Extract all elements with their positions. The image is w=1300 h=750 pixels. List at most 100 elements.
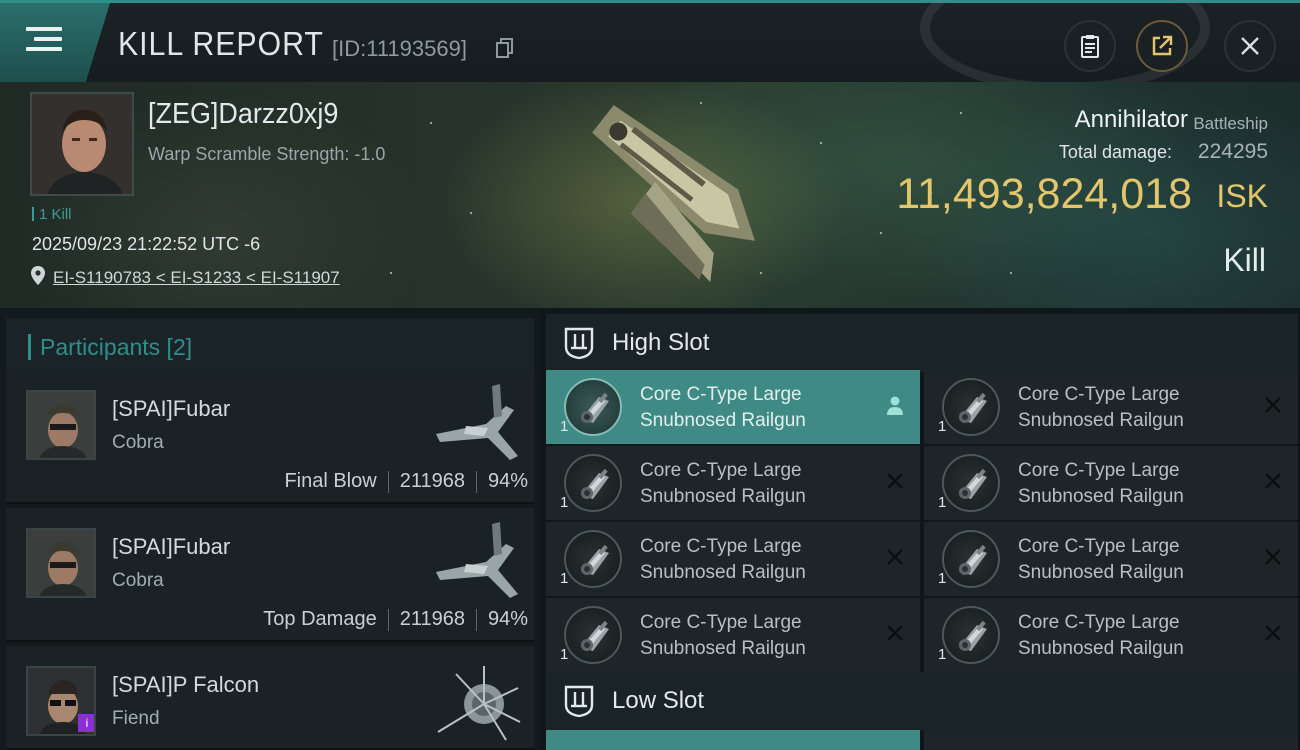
module-name-line2: Snubnosed Railgun [1018, 562, 1184, 583]
module-name-line2: Snubnosed Railgun [1018, 638, 1184, 659]
module-quantity: 1 [560, 570, 569, 587]
railgun-module-icon [959, 620, 987, 651]
kill-datetime: 2025/09/23 21:22:52 UTC -6 [32, 234, 261, 254]
module-name-line2: Snubnosed Railgun [1018, 486, 1184, 507]
high-slot-module[interactable]: 1 Core C-Type Large Snubnosed Railgun [924, 370, 1298, 444]
victim-ship-name: Annihilator [1074, 106, 1188, 133]
module-icon-frame [564, 454, 622, 512]
participants-header: Participants [2] [6, 318, 534, 374]
module-icon-frame [564, 530, 622, 588]
participant-row[interactable]: [SPAI]Fubar Cobra Top Damage 211968 94% [6, 508, 534, 642]
participant-name[interactable]: [SPAI]Fubar [112, 534, 230, 560]
high-slot-module[interactable]: 1 Core C-Type Large Snubnosed Railgun [924, 522, 1298, 596]
location-pin-icon [31, 266, 45, 285]
victim-name[interactable]: [ZEG]Darzz0xj9 [148, 98, 338, 131]
high-slot-module[interactable]: 1 Core C-Type Large Snubnosed Railgun [924, 446, 1298, 520]
high-slot-header: High Slot [546, 314, 1298, 372]
module-name-line2: Snubnosed Railgun [640, 638, 806, 659]
victim-portrait[interactable] [30, 92, 134, 196]
participant-stats: Top Damage 211968 94% [263, 608, 528, 631]
module-name-line2: Snubnosed Railgun [640, 410, 806, 431]
info-badge[interactable]: i [78, 714, 94, 732]
close-icon [1241, 37, 1259, 55]
participant-name[interactable]: [SPAI]Fubar [112, 396, 230, 422]
high-slot-module[interactable]: 1 Core C-Type Large Snubnosed Railgun [546, 446, 920, 520]
participant-ship-image [436, 522, 518, 598]
total-damage-label: Total damage: [1058, 142, 1172, 162]
isk-value: 11,493,824,018 [896, 170, 1192, 218]
destroyed-icon [887, 473, 903, 489]
participant-percent: 94% [487, 470, 528, 492]
module-quantity: 1 [560, 646, 569, 663]
participant-row[interactable]: i [SPAI]P Falcon Fiend [6, 646, 534, 750]
module-name-line2: Snubnosed Railgun [640, 562, 806, 583]
participant-damage: 211968 [399, 470, 465, 492]
kill-result: Kill [1223, 242, 1266, 278]
clipboard-icon [1081, 35, 1099, 58]
close-button[interactable] [1224, 20, 1276, 72]
destroyed-icon [1265, 625, 1281, 641]
destroyed-icon [1265, 397, 1281, 413]
participant-row[interactable]: [SPAI]Fubar Cobra Final Blow 211968 94% [6, 370, 534, 504]
module-name-line1: Core C-Type Large [1018, 460, 1180, 481]
participant-role: Final Blow [284, 470, 377, 492]
participant-portrait[interactable] [26, 528, 96, 598]
module-name-line1: Core C-Type Large [1018, 612, 1180, 633]
module-quantity: 1 [938, 418, 947, 435]
railgun-module-icon [959, 468, 987, 499]
participant-ship-image [436, 384, 518, 460]
module-icon-frame [564, 606, 622, 664]
victim-ship-image[interactable] [530, 82, 790, 308]
destroyed-icon [1265, 473, 1281, 489]
participants-title: Participants [2] [40, 334, 193, 360]
participant-portrait[interactable]: i [26, 666, 96, 736]
participant-ship: Cobra [112, 570, 164, 591]
clipboard-button[interactable] [1064, 20, 1116, 72]
report-id: [ID:11193569] [332, 36, 467, 61]
top-bar: KILL REPORT [ID:11193569] [0, 0, 1300, 93]
high-slot-module[interactable]: 1 Core C-Type Large Snubnosed Railgun [546, 522, 920, 596]
location-link[interactable]: EI-S1190783 < EI-S1233 < EI-S11907 [53, 268, 340, 288]
menu-tab[interactable] [0, 3, 110, 82]
module-name-line1: Core C-Type Large [1018, 384, 1180, 405]
kill-count-tag: 1 Kill [32, 206, 72, 223]
participant-stats: Final Blow 211968 94% [284, 470, 528, 493]
railgun-module-icon [581, 620, 609, 651]
low-slot-module-preview[interactable] [546, 730, 920, 750]
high-slot-module[interactable]: 1 Core C-Type Large Snubnosed Railgun [924, 598, 1298, 672]
participant-name[interactable]: [SPAI]P Falcon [112, 672, 259, 698]
participant-ship-image [437, 666, 521, 741]
module-quantity: 1 [938, 494, 947, 511]
high-slot-module[interactable]: 1 Core C-Type Large Snubnosed Railgun [546, 370, 920, 444]
module-name-line1: Core C-Type Large [640, 536, 802, 557]
destroyed-icon [887, 625, 903, 641]
module-quantity: 1 [560, 418, 569, 435]
railgun-module-icon [581, 544, 609, 575]
victim-ship-class: Battleship [1193, 114, 1268, 133]
railgun-module-icon [581, 468, 609, 499]
low-slot-icon [564, 685, 594, 718]
high-slot-icon [564, 327, 594, 360]
participant-ship: Cobra [112, 432, 164, 453]
pilot-icon [887, 396, 903, 415]
participant-role: Top Damage [263, 608, 377, 630]
page-title: KILL REPORT [118, 25, 324, 62]
destroyed-icon [1265, 549, 1281, 565]
module-name-line2: Snubnosed Railgun [1018, 410, 1184, 431]
participants-panel: Participants [2] [SPAI]Fubar Cobra Final… [0, 308, 540, 750]
module-name-line2: Snubnosed Railgun [640, 486, 806, 507]
high-slot-module[interactable]: 1 Core C-Type Large Snubnosed Railgun [546, 598, 920, 672]
participant-percent: 94% [487, 608, 528, 630]
share-button[interactable] [1136, 20, 1188, 72]
isk-unit: ISK [1216, 178, 1268, 214]
menu-icon[interactable] [26, 27, 62, 57]
copy-icon[interactable] [496, 38, 514, 58]
low-slot-module-preview[interactable] [924, 730, 1298, 750]
module-quantity: 1 [938, 570, 947, 587]
share-icon [1152, 35, 1173, 56]
participant-portrait[interactable] [26, 390, 96, 460]
module-name-line1: Core C-Type Large [640, 384, 802, 405]
header-accent-bar [28, 334, 31, 360]
destroyed-icon [887, 549, 903, 565]
module-icon-frame [942, 454, 1000, 512]
